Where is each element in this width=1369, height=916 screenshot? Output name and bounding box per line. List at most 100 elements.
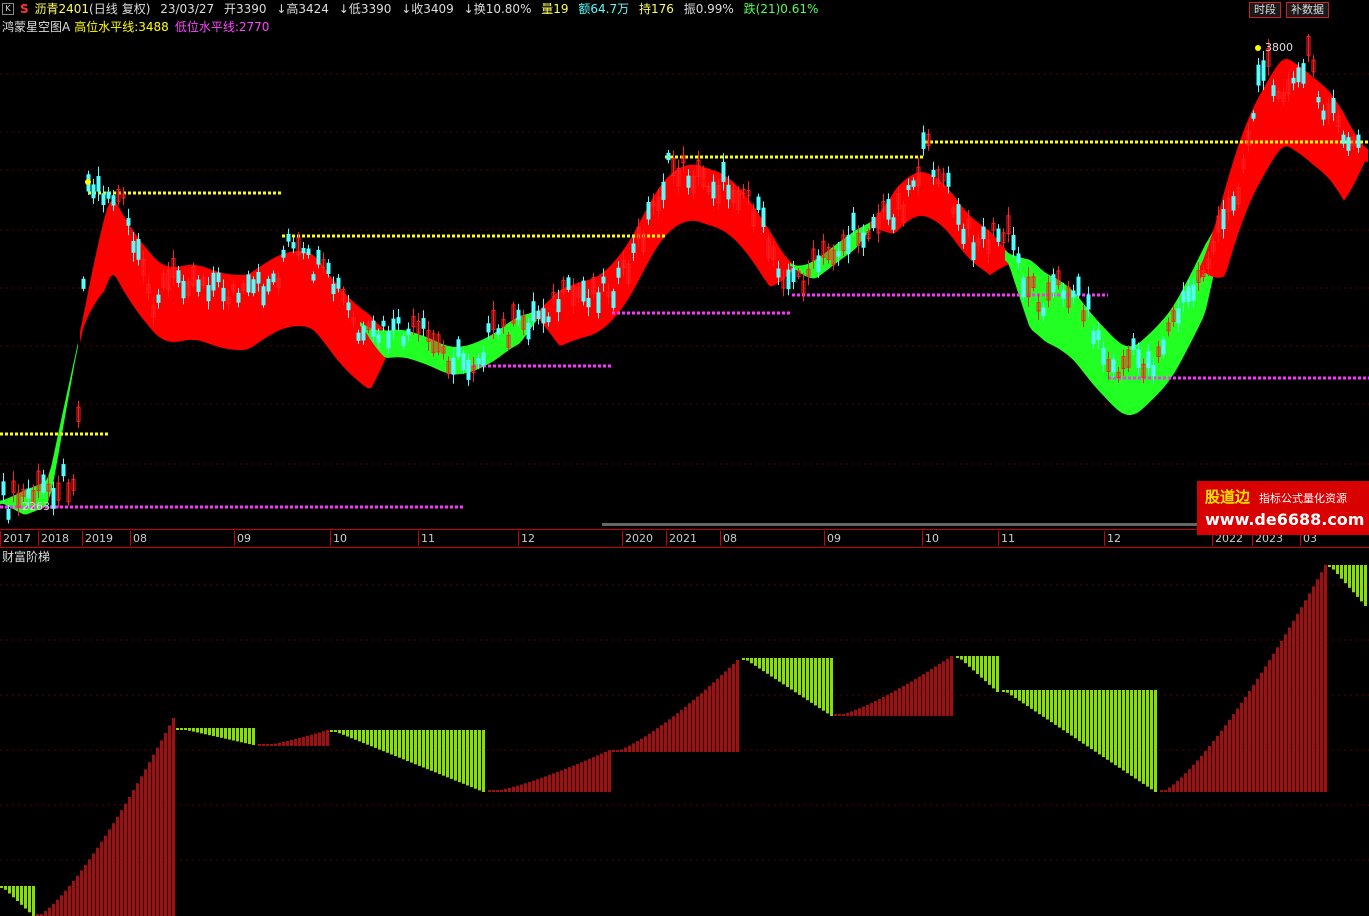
ladder-bar [886, 694, 889, 716]
ladder-bar [1244, 696, 1247, 792]
ladder-bar [500, 789, 503, 792]
ladder-bar [984, 656, 987, 682]
candle-body [371, 320, 376, 337]
ladder-bar [1142, 690, 1145, 784]
candle-body [451, 357, 456, 375]
ladder-bar [474, 730, 477, 789]
candle-body [891, 217, 896, 230]
candle-body [486, 323, 491, 333]
candle-body [466, 359, 471, 380]
ladder-bar [976, 656, 979, 674]
ladder-bar [1180, 777, 1183, 792]
ladder-bar [378, 730, 381, 750]
ladder-bar [478, 730, 481, 791]
ladder-bar [1220, 730, 1223, 792]
candle-body [1256, 64, 1261, 86]
ladder-bar [842, 714, 845, 716]
ladder-bar [1292, 620, 1295, 792]
ladder-bar [516, 785, 519, 792]
ladder-bar [1356, 565, 1359, 597]
candle-body [96, 176, 101, 192]
candle-body [291, 242, 296, 249]
candle-body [361, 325, 366, 341]
ladder-bar [858, 708, 861, 716]
candle-body [791, 268, 796, 282]
k-icon[interactable]: K [2, 2, 14, 15]
ladder-bar [504, 788, 507, 792]
ladder-bar [1204, 751, 1207, 792]
ladder-bar [774, 658, 777, 680]
xaxis-label: 10 [330, 531, 347, 546]
ladder-bar [588, 758, 591, 792]
peak-marker [1255, 45, 1261, 51]
ladder-bar [592, 757, 595, 792]
ladder-bar [112, 823, 115, 916]
ladder-bar [728, 667, 731, 752]
candle-body [836, 251, 841, 257]
candle-body [91, 184, 96, 199]
ladder-bar [1364, 565, 1367, 606]
ladder-bar [624, 747, 627, 752]
ladder-bar [1106, 690, 1109, 760]
ladder-bar [680, 709, 683, 752]
candle-body [1341, 134, 1346, 144]
candle-body [906, 185, 911, 191]
ladder-bar [826, 658, 829, 714]
ladder-bar [240, 728, 243, 743]
ladder-bar [1146, 690, 1149, 787]
candle-body [1296, 67, 1301, 83]
candle-body [481, 352, 486, 366]
ladder-bar [524, 783, 527, 792]
period-button[interactable]: 时段 [1249, 2, 1281, 18]
ladder-bar [160, 740, 163, 916]
ladder-bar [1332, 565, 1335, 570]
candle-body [1041, 307, 1046, 316]
candle-body [851, 212, 856, 231]
wealth-ladder-chart[interactable] [0, 560, 1369, 916]
ladder-bar [482, 730, 485, 792]
ladder-bar [120, 810, 123, 916]
restore-data-button[interactable]: 补数据 [1286, 2, 1329, 18]
candle-body [1111, 359, 1116, 373]
indicator-name: 鸿蒙星空图A [2, 20, 71, 34]
candle-body [1271, 85, 1276, 96]
candle-body [1016, 253, 1021, 263]
ladder-bar [540, 777, 543, 792]
ladder-bar [1074, 690, 1077, 739]
ladder-bar [960, 656, 963, 660]
ladder-bar [1304, 600, 1307, 792]
ladder-bar [632, 743, 635, 752]
ladder-bar [1122, 690, 1125, 771]
ladder-bar [1272, 653, 1275, 792]
candle-body [256, 272, 261, 284]
xaxis-label: 11 [998, 531, 1015, 546]
candle-body [721, 161, 726, 182]
period-label: (日线 [89, 2, 118, 16]
ladder-bar [244, 728, 247, 744]
ladder-bar [362, 730, 365, 744]
main-kline-chart[interactable]: 3800 2263 [0, 34, 1369, 529]
ladder-bar [274, 743, 277, 746]
ladder-bar [922, 674, 925, 716]
candle-body [586, 297, 591, 308]
ladder-bar [1010, 690, 1013, 696]
candle-body [1136, 349, 1141, 369]
candle-body [1251, 113, 1256, 119]
xaxis-label: 2019 [82, 531, 113, 546]
candle-body [1346, 137, 1351, 151]
candle-body [1221, 209, 1226, 230]
s-icon[interactable]: S [20, 0, 29, 18]
ladder-bar [1138, 690, 1141, 782]
ladder-bar [676, 713, 679, 752]
candle-body [761, 207, 766, 227]
ladder-bar [528, 781, 531, 792]
watermark-tagline: 指标公式量化资源 [1259, 492, 1347, 505]
ladder-bar [786, 658, 789, 687]
ladder-bar [196, 728, 199, 733]
ladder-bar [972, 656, 975, 671]
candle-body [301, 247, 306, 254]
ladder-bar [458, 730, 461, 783]
ladder-bar [684, 706, 687, 752]
ladder-bar [648, 733, 651, 752]
ladder-bar [1208, 746, 1211, 792]
